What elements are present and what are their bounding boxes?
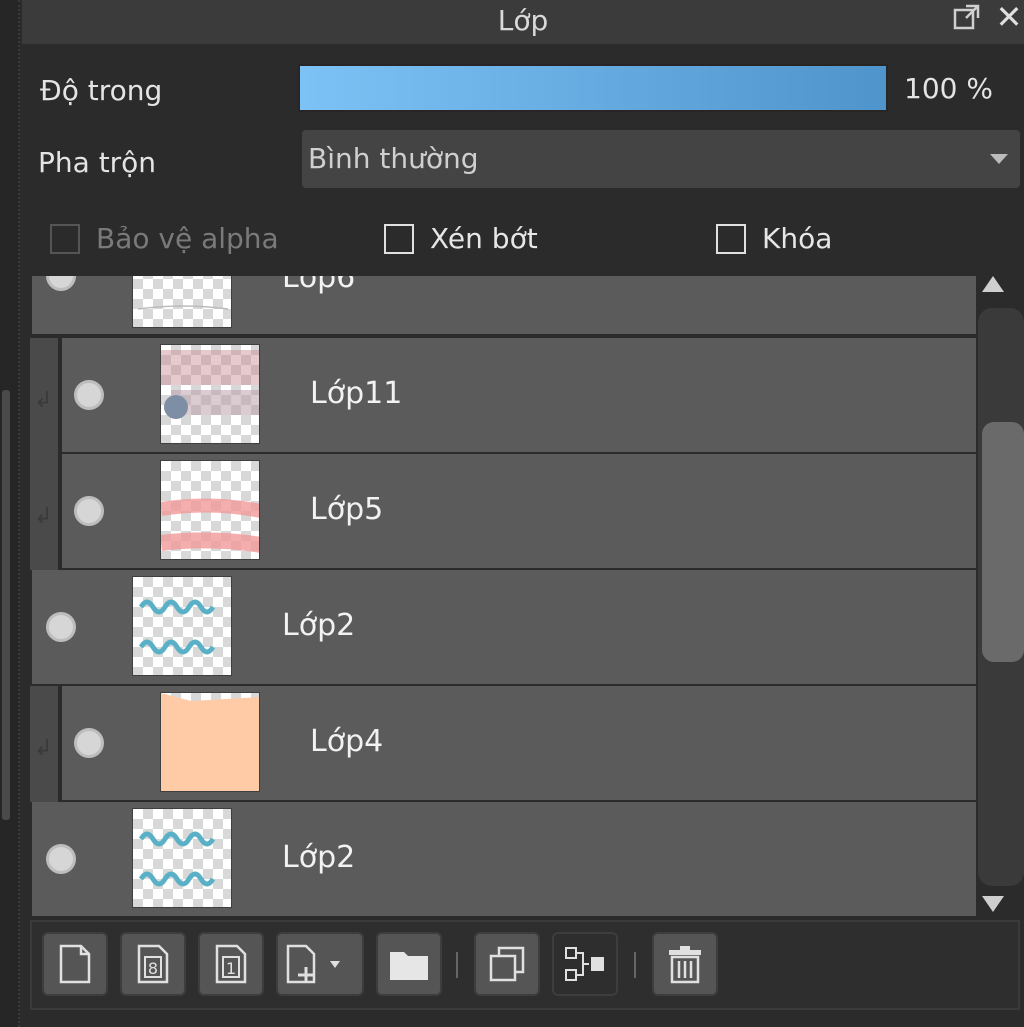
layer-thumbnail xyxy=(132,276,232,328)
svg-text:8: 8 xyxy=(148,959,158,978)
layer-row[interactable]: Lớp5 xyxy=(62,454,976,570)
blend-mode-select[interactable]: Bình thường xyxy=(302,130,1020,188)
opacity-label: Độ trong xyxy=(40,74,163,107)
layer-row[interactable]: Lớp4 xyxy=(62,686,976,802)
lock-checkbox[interactable]: Khóa xyxy=(716,222,832,255)
scrollbar-thumb[interactable] xyxy=(982,422,1024,662)
svg-text:1: 1 xyxy=(226,959,236,978)
layer-thumbnail xyxy=(160,460,260,560)
duplicate-layer-button[interactable] xyxy=(474,932,540,996)
visibility-eye-icon[interactable] xyxy=(46,844,76,874)
new-8bit-layer-icon: 8 xyxy=(137,944,169,984)
layer-panel: Độ trong 100 % Pha trộn Bình thường Bảo … xyxy=(22,44,1024,1027)
lock-label: Khóa xyxy=(762,222,833,255)
splitter-grip[interactable] xyxy=(2,390,10,820)
layer-name: Lớp4 xyxy=(310,724,384,759)
duplicate-layer-icon xyxy=(489,946,525,982)
toolbar-separator xyxy=(456,952,458,978)
add-layer-dropdown-button[interactable] xyxy=(276,932,364,996)
checkbox-box xyxy=(50,223,80,254)
opacity-slider[interactable] xyxy=(298,64,888,112)
new-8bit-layer-button[interactable]: 8 xyxy=(120,932,186,996)
new-1bit-layer-icon: 1 xyxy=(215,944,247,984)
delete-layer-icon xyxy=(669,946,701,984)
layer-thumbnail xyxy=(160,344,260,444)
add-layer-dropdown-icon xyxy=(286,944,340,984)
clip-arrow-icon: ↲ xyxy=(34,736,53,761)
layer-row[interactable]: Lớp2 xyxy=(32,802,976,918)
layer-row[interactable]: Lớp11 xyxy=(62,338,976,454)
layer-list[interactable]: Lớp6 ↲ Lớp11 ↲ Lớp5 Lớp2 ↲ Lớp4 Lớp2 xyxy=(30,276,976,918)
chevron-down-icon xyxy=(990,154,1008,164)
checkbox-box xyxy=(716,223,746,254)
new-1bit-layer-button[interactable]: 1 xyxy=(198,932,264,996)
new-layer-icon xyxy=(59,944,91,984)
visibility-eye-icon[interactable] xyxy=(74,496,104,526)
scroll-up-arrow-icon[interactable] xyxy=(982,276,1004,292)
popout-icon[interactable] xyxy=(952,2,982,32)
layer-name: Lớp6 xyxy=(282,276,356,295)
opacity-value: 100 % xyxy=(904,72,993,105)
visibility-eye-icon[interactable] xyxy=(46,276,76,291)
layer-thumbnail xyxy=(132,576,232,676)
protect-alpha-checkbox[interactable]: Bảo vệ alpha xyxy=(50,222,279,255)
new-folder-button[interactable] xyxy=(376,932,442,996)
layer-thumbnail xyxy=(132,808,232,908)
layer-name: Lớp2 xyxy=(282,608,356,643)
scroll-down-arrow-icon[interactable] xyxy=(982,896,1004,912)
layer-toolbar: 8 1 xyxy=(30,920,1020,1010)
checkbox-box xyxy=(384,223,414,254)
clip-arrow-icon: ↲ xyxy=(34,388,53,413)
new-folder-icon xyxy=(390,952,428,980)
clip-indicator: ↲ xyxy=(30,338,60,454)
clip-indicator: ↲ xyxy=(30,686,60,802)
panel-title: Lớp xyxy=(497,4,549,37)
clip-indicator: ↲ xyxy=(30,454,60,570)
delete-layer-button[interactable] xyxy=(652,932,718,996)
layer-row[interactable]: Lớp6 xyxy=(32,276,976,336)
layer-name: Lớp2 xyxy=(282,840,356,875)
visibility-eye-icon[interactable] xyxy=(74,728,104,758)
panel-titlebar: Lớp ✕ xyxy=(22,0,1024,44)
merge-layer-icon xyxy=(565,947,604,981)
layer-thumbnail xyxy=(160,692,260,792)
clipping-label: Xén bớt xyxy=(430,222,538,255)
layer-row[interactable]: Lớp2 xyxy=(32,570,976,686)
layer-name: Lớp5 xyxy=(310,492,384,527)
close-icon[interactable]: ✕ xyxy=(994,0,1024,34)
toolbar-separator xyxy=(634,952,636,978)
blend-label: Pha trộn xyxy=(38,146,157,179)
clip-arrow-icon: ↲ xyxy=(34,504,53,529)
merge-layer-button[interactable] xyxy=(552,932,618,996)
left-gutter xyxy=(0,0,20,1027)
protect-alpha-label: Bảo vệ alpha xyxy=(96,222,279,255)
blend-mode-value: Bình thường xyxy=(308,142,479,175)
opacity-slider-fill xyxy=(300,66,886,110)
layer-name: Lớp11 xyxy=(310,376,403,411)
visibility-eye-icon[interactable] xyxy=(74,380,104,410)
clipping-checkbox[interactable]: Xén bớt xyxy=(384,222,538,255)
new-layer-button[interactable] xyxy=(42,932,108,996)
visibility-eye-icon[interactable] xyxy=(46,612,76,642)
